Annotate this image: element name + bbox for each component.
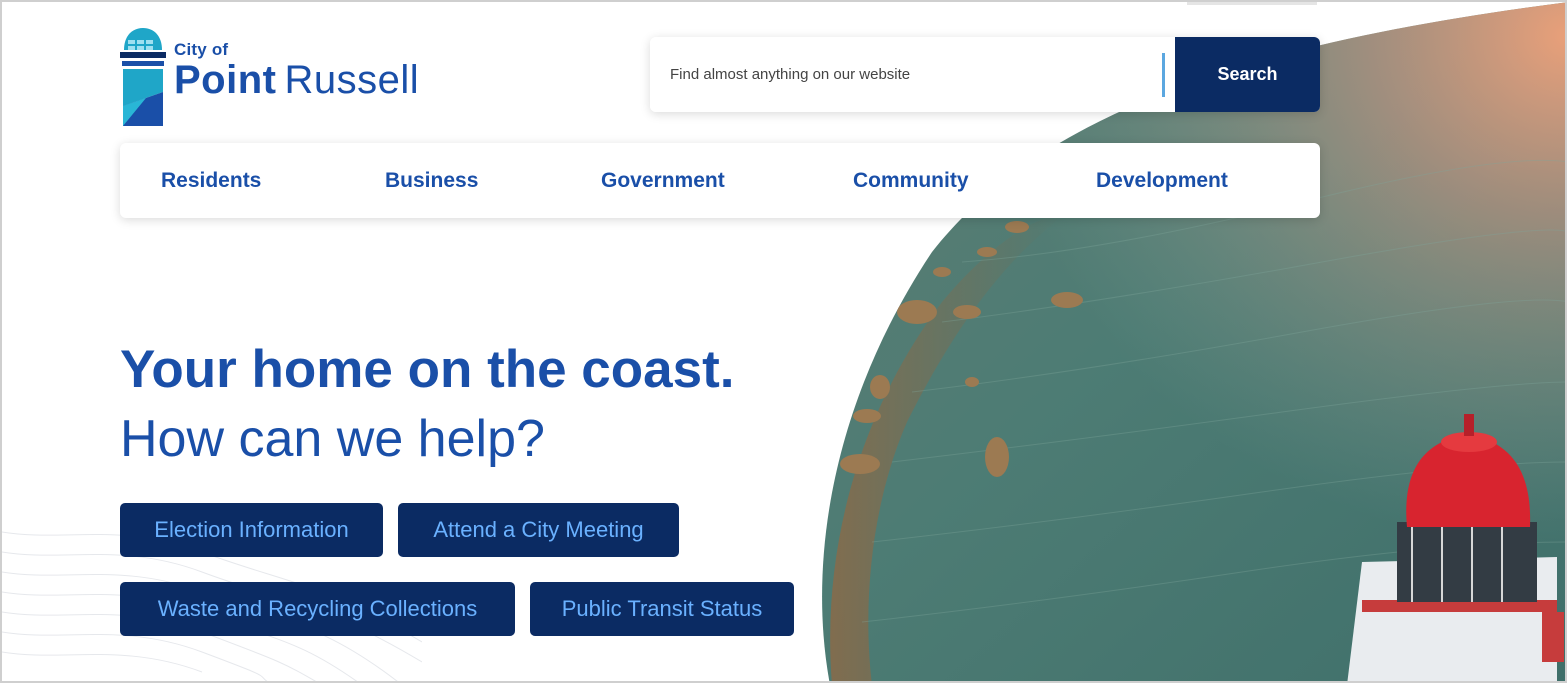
logo-name-regular: Russell — [284, 58, 420, 102]
logo-name-bold: Point — [174, 58, 277, 102]
top-tab-strip — [1187, 2, 1317, 5]
main-nav: Residents Business Government Community … — [120, 143, 1320, 218]
nav-item-residents[interactable]: Residents — [161, 143, 261, 218]
lighthouse-logo-icon — [120, 28, 166, 126]
nav-item-government[interactable]: Government — [601, 143, 725, 218]
nav-item-business[interactable]: Business — [385, 143, 478, 218]
site-logo[interactable]: City of Point Russell — [120, 28, 419, 126]
waste-recycling-button[interactable]: Waste and Recycling Collections — [120, 582, 515, 636]
nav-item-community[interactable]: Community — [853, 143, 969, 218]
search-caret — [1162, 52, 1165, 97]
search-input[interactable] — [650, 37, 1162, 112]
logo-city-of: City of — [174, 40, 229, 59]
nav-item-development[interactable]: Development — [1096, 143, 1228, 218]
logo-wordmark: City of Point Russell — [174, 40, 419, 100]
logo-city-name: Point Russell — [174, 60, 419, 100]
search-button[interactable]: Search — [1175, 37, 1320, 112]
election-information-button[interactable]: Election Information — [120, 503, 383, 557]
attend-city-meeting-button[interactable]: Attend a City Meeting — [398, 503, 679, 557]
hero-subline: How can we help? — [120, 410, 545, 468]
public-transit-button[interactable]: Public Transit Status — [530, 582, 794, 636]
search-bar: Search — [650, 37, 1320, 112]
page-frame: City of PointRussell Search Residents Bu… — [0, 0, 1567, 683]
hero-headline: Your home on the coast. — [120, 340, 735, 399]
